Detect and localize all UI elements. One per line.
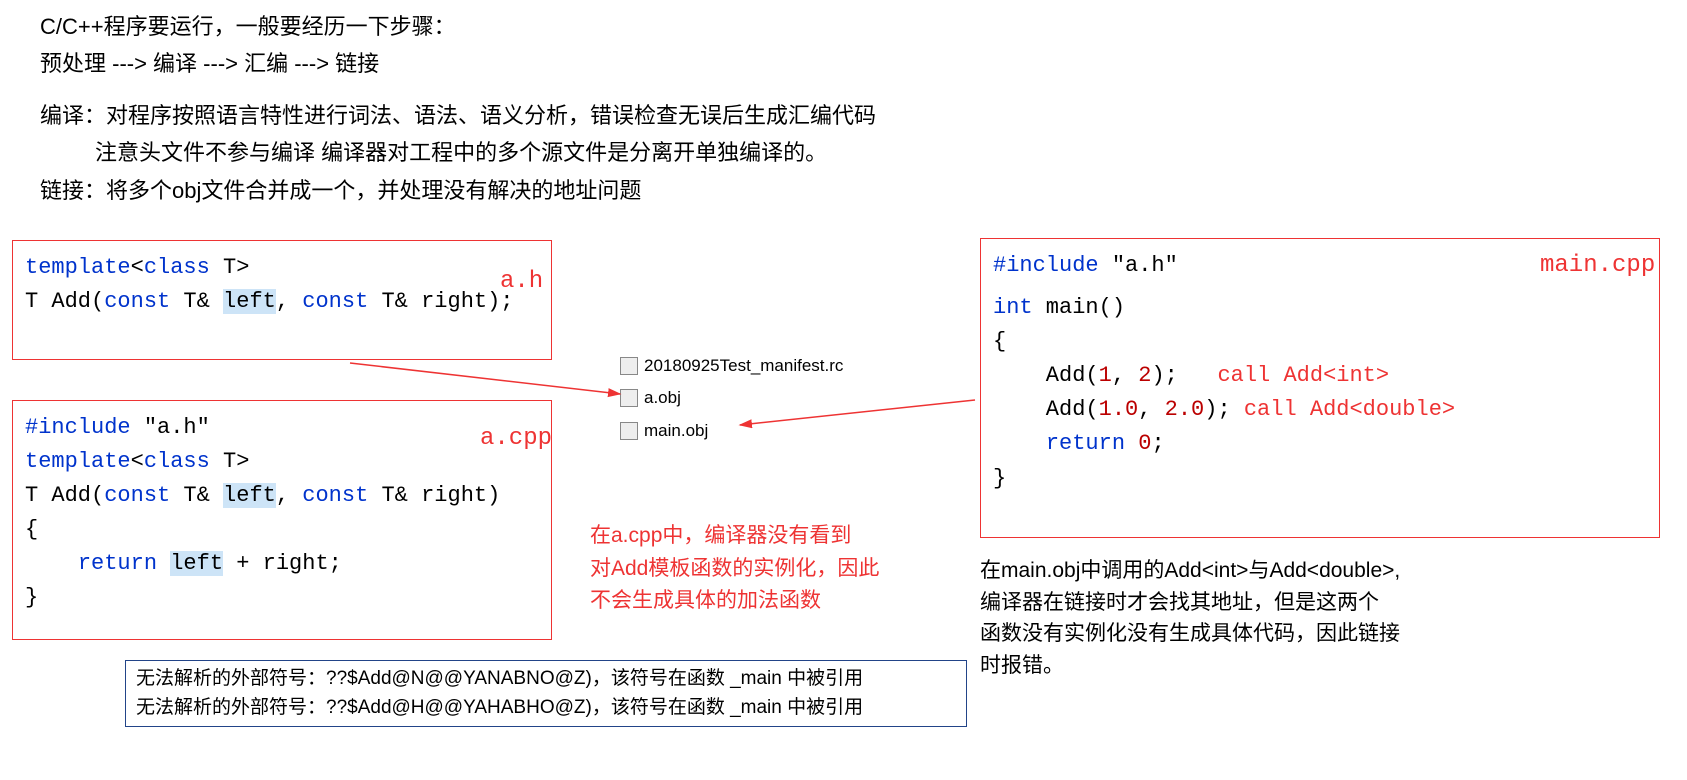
file-icon — [620, 357, 638, 375]
file-item-rc: 20180925Test_manifest.rc — [620, 350, 843, 382]
code-box-acpp: #include "a.h" template<class T> T Add(c… — [12, 400, 552, 640]
arrow-acpp-to-aobj — [350, 363, 620, 394]
label-acpp: a.cpp — [480, 425, 552, 452]
intro-line4: 注意头文件不参与编译 编译器对工程中的多个源文件是分离开单独编译的。 — [40, 134, 1647, 171]
main-rb: } — [993, 462, 1647, 496]
annotation-main: 在main.obj中调用的Add<int>与Add<double>, 编译器在链… — [980, 555, 1640, 681]
code-box-ah: template<class T> T Add(const T& left, c… — [12, 240, 552, 360]
file-item-mainobj: main.obj — [620, 415, 843, 447]
annotation-acpp: 在a.cpp中，编译器没有看到 对Add模板函数的实例化，因此 不会生成具体的加… — [590, 520, 950, 618]
intro-text: C/C++程序要运行，一般要经历一下步骤： 预处理 ---> 编译 ---> 汇… — [40, 8, 1647, 209]
file-list: 20180925Test_manifest.rc a.obj main.obj — [620, 350, 843, 447]
ah-line2: T Add(const T& left, const T& right); — [25, 285, 539, 319]
acpp-sig: T Add(const T& left, const T& right) — [25, 479, 539, 513]
error-box: 无法解析的外部符号：??$Add@N@@YANABNO@Z)，该符号在函数 _m… — [125, 660, 967, 727]
acpp-return: return left + right; — [25, 547, 539, 581]
intro-line3: 编译：对程序按照语言特性进行词法、语法、语义分析，错误检查无误后生成汇编代码 — [40, 97, 1647, 134]
intro-line1: C/C++程序要运行，一般要经历一下步骤： — [40, 8, 1647, 45]
acpp-include: #include "a.h" — [25, 411, 539, 445]
main-sig: int main() — [993, 291, 1647, 325]
label-main: main.cpp — [1540, 252, 1655, 279]
label-ah: a.h — [500, 268, 543, 295]
error-line2: 无法解析的外部符号：??$Add@H@@YAHABHO@Z)，该符号在函数 _m… — [136, 694, 956, 723]
file-icon — [620, 422, 638, 440]
acpp-template: template<class T> — [25, 445, 539, 479]
main-call2: Add(1.0, 2.0); call Add<double> — [993, 393, 1647, 427]
acpp-rb: } — [25, 581, 539, 615]
file-item-aobj: a.obj — [620, 382, 843, 414]
code-box-main: #include "a.h" int main() { Add(1, 2); c… — [980, 238, 1660, 538]
acpp-lb: { — [25, 513, 539, 547]
error-line1: 无法解析的外部符号：??$Add@N@@YANABNO@Z)，该符号在函数 _m… — [136, 665, 956, 694]
file-icon — [620, 389, 638, 407]
intro-line5: 链接：将多个obj文件合并成一个，并处理没有解决的地址问题 — [40, 172, 1647, 209]
main-lb: { — [993, 325, 1647, 359]
main-call1: Add(1, 2); call Add<int> — [993, 359, 1647, 393]
ah-line1: template<class T> — [25, 251, 539, 285]
intro-line2: 预处理 ---> 编译 ---> 汇编 ---> 链接 — [40, 45, 1647, 82]
main-return: return 0; — [993, 427, 1647, 461]
